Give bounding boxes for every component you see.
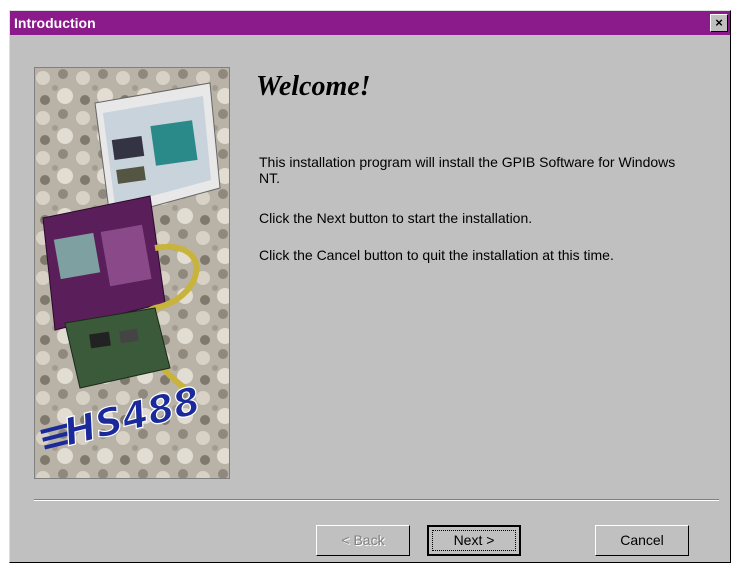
next-button[interactable]: Next >	[427, 525, 521, 556]
back-button-label: < Back	[341, 532, 385, 548]
cancel-button[interactable]: Cancel	[595, 525, 689, 556]
next-instruction: Click the Next button to start the insta…	[259, 210, 533, 226]
window-title: Introduction	[14, 15, 96, 31]
installer-dialog: Introduction × HS488 Welcome! This insta…	[9, 10, 731, 563]
button-separator	[34, 499, 719, 501]
cancel-button-label: Cancel	[620, 532, 664, 548]
close-button[interactable]: ×	[710, 14, 728, 32]
cancel-instruction: Click the Cancel button to quit the inst…	[259, 247, 614, 263]
back-button[interactable]: < Back	[316, 525, 410, 556]
hs488-illustration-graphic: HS488	[35, 68, 229, 478]
intro-paragraph: This installation program will install t…	[259, 154, 676, 186]
hs488-illustration: HS488	[34, 67, 230, 479]
next-button-label: Next >	[453, 532, 495, 548]
title-bar[interactable]: Introduction ×	[10, 11, 730, 35]
welcome-heading: Welcome!	[256, 71, 371, 102]
